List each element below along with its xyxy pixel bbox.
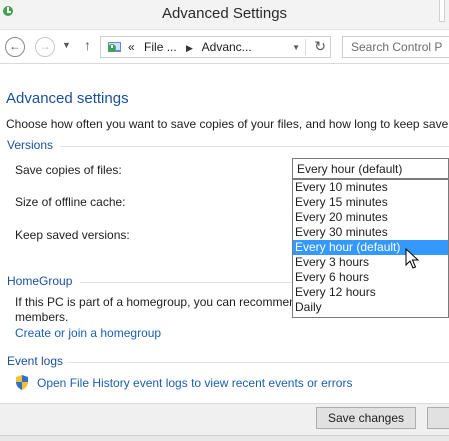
window-title: Advanced Settings bbox=[161, 5, 288, 22]
offline-cache-label: Size of offline cache: bbox=[15, 195, 126, 209]
event-logs-link[interactable]: Open File History event logs to view rec… bbox=[37, 376, 352, 390]
section-divider bbox=[67, 362, 449, 363]
page-title: Advanced settings bbox=[6, 90, 129, 107]
mouse-pointer-icon bbox=[405, 248, 419, 269]
section-divider bbox=[60, 146, 449, 147]
footer-bar: Save changes bbox=[0, 403, 449, 441]
section-heading-homegroup: HomeGroup bbox=[7, 274, 73, 288]
save-frequency-select[interactable]: Every hour (default) bbox=[292, 158, 449, 179]
option-every-30-minutes[interactable]: Every 30 minutes bbox=[293, 225, 448, 240]
option-every-20-minutes[interactable]: Every 20 minutes bbox=[293, 210, 448, 225]
homegroup-text: If this PC is part of a homegroup, you c… bbox=[15, 295, 296, 309]
save-changes-button[interactable]: Save changes bbox=[316, 407, 416, 429]
window-bottom-border bbox=[0, 435, 449, 441]
forward-button[interactable]: → bbox=[35, 37, 55, 57]
navigation-bar: ← → ▼ ↑ « File ... ▶ Advanc... ▼ ↻ bbox=[0, 30, 449, 64]
recent-locations-button[interactable]: ▼ bbox=[62, 40, 71, 50]
option-every-12-hours[interactable]: Every 12 hours bbox=[293, 285, 448, 300]
save-frequency-dropdown: Every 10 minutes Every 15 minutes Every … bbox=[292, 179, 449, 318]
option-every-10-minutes[interactable]: Every 10 minutes bbox=[293, 180, 448, 195]
option-every-hour[interactable]: Every hour (default) bbox=[293, 240, 448, 255]
address-bar[interactable]: « File ... ▶ Advanc... ▼ ↻ bbox=[100, 36, 331, 58]
create-homegroup-link[interactable]: Create or join a homegroup bbox=[15, 326, 161, 340]
breadcrumb: « File ... ▶ Advanc... bbox=[128, 40, 258, 54]
option-daily[interactable]: Daily bbox=[293, 300, 448, 315]
chevron-down-icon: ▼ bbox=[292, 43, 300, 52]
page-description: Choose how often you want to save copies… bbox=[6, 117, 449, 131]
breadcrumb-overflow[interactable]: « bbox=[128, 40, 135, 54]
up-button[interactable]: ↑ bbox=[84, 37, 91, 53]
save-copies-label: Save copies of files: bbox=[15, 163, 122, 177]
search-box[interactable] bbox=[342, 36, 449, 58]
option-every-15-minutes[interactable]: Every 15 minutes bbox=[293, 195, 448, 210]
address-dropdown-button[interactable]: ▼ bbox=[292, 43, 300, 52]
title-bar: Advanced Settings bbox=[0, 0, 449, 30]
chevron-down-icon: ▼ bbox=[62, 40, 71, 50]
refresh-icon: ↻ bbox=[314, 38, 326, 54]
chevron-right-icon: ▶ bbox=[186, 43, 193, 53]
section-heading-event-logs: Event logs bbox=[7, 354, 64, 368]
window-control-button[interactable] bbox=[439, 0, 445, 22]
option-every-6-hours[interactable]: Every 6 hours bbox=[293, 270, 448, 285]
cancel-button[interactable] bbox=[427, 407, 449, 429]
breadcrumb-item-advanced-settings[interactable]: Advanc... bbox=[202, 40, 252, 54]
keep-versions-label: Keep saved versions: bbox=[15, 228, 130, 242]
arrow-right-icon: → bbox=[39, 39, 51, 53]
search-input[interactable] bbox=[343, 37, 443, 57]
shield-icon bbox=[16, 375, 28, 390]
arrow-up-icon: ↑ bbox=[84, 37, 91, 53]
option-every-3-hours[interactable]: Every 3 hours bbox=[293, 255, 448, 270]
back-button[interactable]: ← bbox=[5, 37, 25, 57]
select-value: Every hour (default) bbox=[297, 162, 403, 176]
control-panel-icon bbox=[108, 42, 121, 52]
section-heading-versions: Versions bbox=[7, 138, 54, 152]
refresh-button[interactable]: ↻ bbox=[314, 38, 326, 55]
breadcrumb-item-file-history[interactable]: File ... bbox=[144, 40, 177, 54]
arrow-left-icon: ← bbox=[9, 39, 21, 53]
main-content: Advanced settings Choose how often you w… bbox=[0, 65, 449, 403]
address-divider bbox=[305, 39, 306, 55]
homegroup-text-continued: members. bbox=[15, 310, 69, 324]
